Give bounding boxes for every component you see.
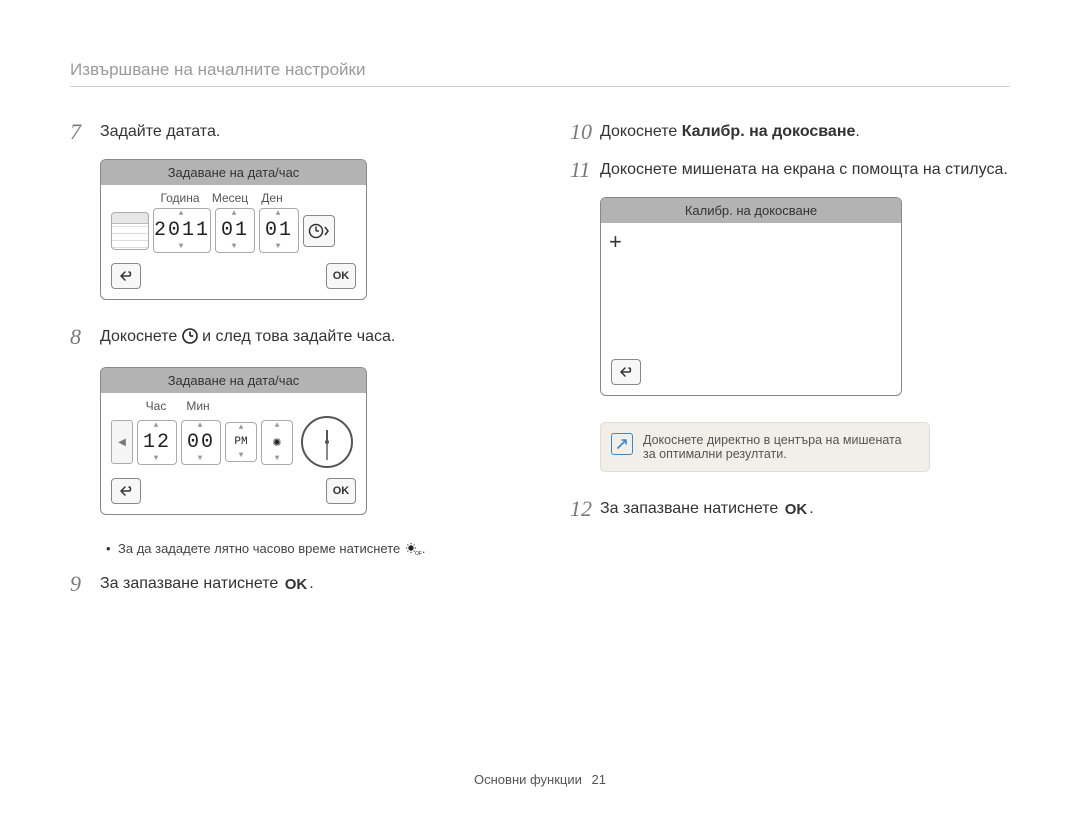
device-body: Година Месец Ден ▲ 2011 ▼ — [101, 185, 366, 263]
step-text: За запазване натиснете OK. — [100, 573, 314, 596]
month-spinner[interactable]: ▲ 01 ▼ — [215, 208, 255, 253]
device-title: Задаване на дата/час — [101, 160, 366, 185]
ampm-value: PM — [234, 436, 247, 448]
right-column: 10 Докоснете Калибр. на докосване. 11 До… — [570, 121, 1010, 612]
back-arrow-icon — [619, 366, 633, 378]
step-number: 7 — [70, 121, 100, 143]
text-before: За запазване натиснете — [600, 500, 783, 517]
step-number: 12 — [570, 498, 600, 520]
step-number: 10 — [570, 121, 600, 143]
label-hour: Час — [135, 399, 177, 413]
time-labels: Час Мин — [111, 399, 356, 413]
clock-icon — [182, 328, 198, 351]
ok-button[interactable]: OK — [326, 263, 356, 289]
date-panel-wrapper: Задаване на дата/час Година Месец Ден ▲ … — [100, 159, 510, 300]
text-before: Докоснете — [600, 123, 682, 140]
page-title: Извършване на началните настройки — [70, 60, 1010, 87]
footer-section: Основни функции — [474, 772, 582, 787]
step-number: 8 — [70, 326, 100, 348]
text-after: . — [809, 500, 813, 517]
info-icon — [611, 433, 633, 455]
text-before: За запазване натиснете — [100, 575, 283, 592]
minute-spinner[interactable]: ▲ 00 ▼ — [181, 420, 221, 465]
prev-button[interactable]: ◀ — [111, 420, 133, 464]
ok-inline-icon: OK — [783, 499, 810, 521]
time-panel-wrapper: Задаване на дата/час Час Мин ◀ ▲ 12 ▼ — [100, 367, 510, 515]
text-after: . — [309, 575, 313, 592]
text-bold: Калибр. на докосване — [682, 123, 856, 140]
analog-clock-icon — [301, 416, 353, 468]
dst-note-suffix: . — [422, 541, 426, 556]
date-labels: Година Месец Ден — [111, 191, 356, 205]
step-number: 9 — [70, 573, 100, 595]
clock-next-icon — [308, 222, 330, 240]
page-footer: Основни функции 21 — [0, 772, 1080, 787]
label-year: Година — [151, 191, 209, 205]
text-before: Докоснете — [100, 328, 182, 345]
time-spinners: ◀ ▲ 12 ▼ ▲ 00 ▼ — [111, 416, 356, 468]
back-arrow-icon — [119, 485, 133, 497]
device-title: Задаване на дата/час — [101, 368, 366, 393]
back-arrow-icon — [119, 270, 133, 282]
switch-to-time-button[interactable] — [303, 215, 335, 247]
step-text: Докоснете и след това задайте часа. — [100, 326, 395, 351]
calendar-icon — [111, 212, 149, 250]
date-spinners: ▲ 2011 ▼ ▲ 01 ▼ ▲ 01 — [111, 208, 356, 253]
svg-text:OFF: OFF — [415, 551, 422, 556]
calibration-area[interactable]: + — [601, 223, 901, 359]
step-text: За запазване натиснете OK. — [600, 498, 814, 521]
year-spinner[interactable]: ▲ 2011 ▼ — [153, 208, 211, 253]
ok-inline-icon: OK — [283, 574, 310, 596]
back-button[interactable] — [111, 263, 141, 289]
footer-page-number: 21 — [592, 772, 606, 787]
date-device: Задаване на дата/час Година Месец Ден ▲ … — [100, 159, 367, 300]
calibration-panel-wrapper: Калибр. на докосване + — [600, 197, 1010, 396]
step-number: 11 — [570, 159, 600, 181]
step-12: 12 За запазване натиснете OK. — [570, 498, 1010, 521]
back-button[interactable] — [111, 478, 141, 504]
device-body: Час Мин ◀ ▲ 12 ▼ ▲ 00 — [101, 393, 366, 478]
device-footer — [601, 359, 901, 395]
day-value: 01 — [265, 219, 293, 242]
content-columns: 7 Задайте датата. Задаване на дата/час Г… — [70, 121, 1010, 612]
left-column: 7 Задайте датата. Задаване на дата/час Г… — [70, 121, 510, 612]
device-footer: OK — [101, 478, 366, 514]
step-7: 7 Задайте датата. — [70, 121, 510, 143]
ampm-spinner[interactable]: ▲ PM ▼ — [225, 422, 257, 462]
device-title: Калибр. на докосване — [601, 198, 901, 223]
calibration-device: Калибр. на докосване + — [600, 197, 902, 396]
sun-icon: ✺ — [273, 435, 281, 451]
back-button[interactable] — [611, 359, 641, 385]
text-after: . — [855, 123, 859, 140]
label-month: Месец — [209, 191, 251, 205]
time-device: Задаване на дата/час Час Мин ◀ ▲ 12 ▼ — [100, 367, 367, 515]
month-value: 01 — [221, 219, 249, 242]
info-note: Докоснете директно в центъра на мишената… — [600, 422, 930, 472]
day-spinner[interactable]: ▲ 01 ▼ — [259, 208, 299, 253]
manual-page: Извършване на началните настройки 7 Зада… — [0, 0, 1080, 815]
step-9: 9 За запазване натиснете OK. — [70, 573, 510, 596]
label-min: Мин — [177, 399, 219, 413]
step-text: Докоснете мишената на екрана с помощта н… — [600, 159, 1008, 181]
label-day: Ден — [251, 191, 293, 205]
info-text: Докоснете директно в центъра на мишената… — [643, 433, 902, 461]
hour-spinner[interactable]: ▲ 12 ▼ — [137, 420, 177, 465]
step-11: 11 Докоснете мишената на екрана с помощт… — [570, 159, 1010, 181]
step-8: 8 Докоснете и след това задайте часа. — [70, 326, 510, 351]
hour-value: 12 — [143, 431, 171, 454]
crosshair-target-icon[interactable]: + — [609, 231, 622, 253]
step-text: Задайте датата. — [100, 121, 220, 143]
text-after: и след това задайте часа. — [198, 328, 396, 345]
dst-note-text: За да зададете лятно часово време натисн… — [118, 541, 404, 556]
year-value: 2011 — [154, 219, 210, 242]
device-footer: OK — [101, 263, 366, 299]
step-10: 10 Докоснете Калибр. на докосване. — [570, 121, 1010, 143]
ok-button[interactable]: OK — [326, 478, 356, 504]
step-text: Докоснете Калибр. на докосване. — [600, 121, 860, 143]
dst-note: За да зададете лятно часово време натисн… — [106, 541, 510, 559]
minute-value: 00 — [187, 431, 215, 454]
sun-off-icon: OFF — [404, 542, 422, 559]
dst-spinner[interactable]: ▲ ✺ ▼ — [261, 420, 293, 465]
